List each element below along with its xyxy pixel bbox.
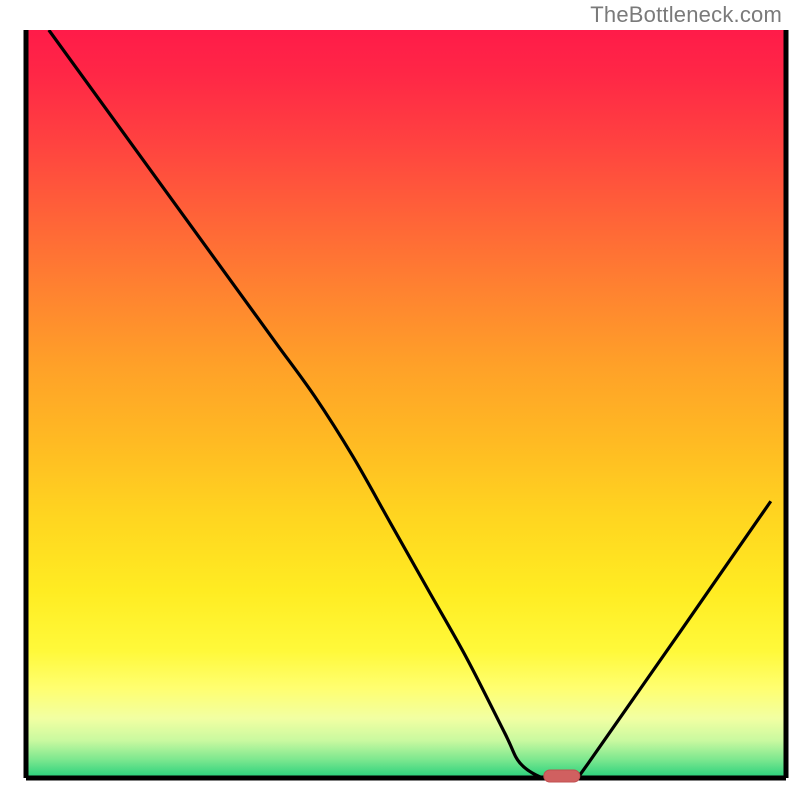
optimal-marker <box>544 770 580 782</box>
chart-container: { "attribution": "TheBottleneck.com", "c… <box>0 0 800 800</box>
gradient-background <box>26 30 786 778</box>
bottleneck-chart <box>0 0 800 800</box>
